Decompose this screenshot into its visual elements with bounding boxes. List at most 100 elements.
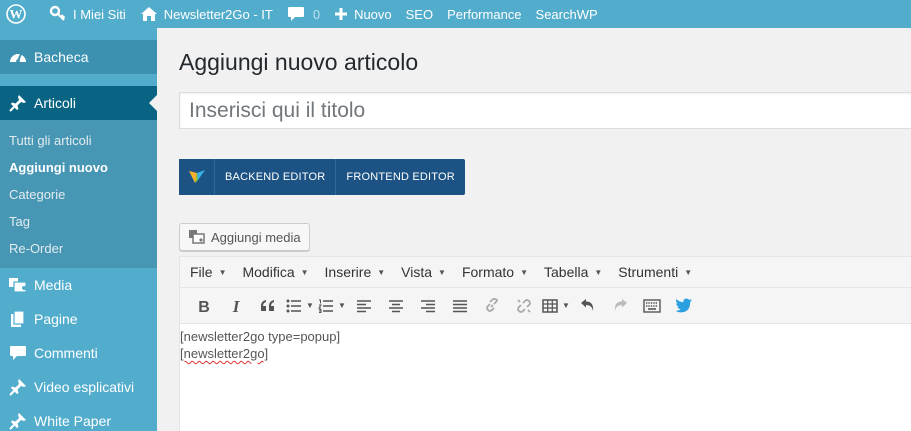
my-sites-label: I Miei Siti — [73, 6, 126, 22]
submenu-reorder[interactable]: Re-Order — [0, 235, 157, 262]
bold-button[interactable]: B — [188, 293, 220, 319]
undo-button[interactable] — [572, 293, 604, 319]
backend-editor-button[interactable]: BACKEND EDITOR — [215, 159, 337, 195]
performance-menu[interactable]: Performance — [440, 0, 528, 28]
insert-link-button[interactable] — [476, 293, 508, 319]
sidebar-item-label: Media — [34, 277, 73, 293]
caret-down-icon: ▼ — [300, 267, 309, 277]
comment-bubble-icon — [287, 7, 304, 21]
frontend-editor-button[interactable]: FRONTEND EDITOR — [336, 159, 465, 195]
align-center-icon — [389, 299, 403, 312]
menu-table[interactable]: Tabella ▼ — [536, 264, 610, 280]
redo-button[interactable] — [604, 293, 636, 319]
seo-menu[interactable]: SEO — [399, 0, 440, 28]
redo-icon — [614, 298, 627, 311]
tinymce-editor: File ▼ Modifica ▼ Inserire ▼ Vista ▼ Formato… — [179, 256, 911, 431]
sidebar-item-label: Articoli — [34, 95, 77, 111]
editor-toolbar: B I ▼ ▼ ▼ — [180, 288, 911, 324]
visual-composer-bar: BACKEND EDITOR FRONTEND EDITOR — [179, 159, 465, 195]
comments-menu[interactable]: 0 — [280, 0, 327, 28]
add-media-button[interactable]: Aggiungi media — [179, 223, 310, 251]
searchwp-menu[interactable]: SearchWP — [529, 0, 605, 28]
menu-label: Modifica — [242, 264, 295, 280]
link-icon — [486, 297, 498, 312]
align-left-button[interactable] — [348, 293, 380, 319]
numbered-list-button[interactable]: ▼ — [316, 293, 348, 319]
menu-label: Strumenti — [618, 264, 679, 280]
key-icon — [49, 5, 66, 21]
svg-text:I: I — [232, 298, 241, 314]
menu-file[interactable]: File ▼ — [182, 264, 234, 280]
svg-text:B: B — [198, 299, 210, 314]
italic-icon: I — [232, 298, 241, 314]
admin-sidebar: Bacheca Articoli Tutti gli articoli Aggi… — [0, 28, 157, 431]
twitter-embed-button[interactable] — [668, 293, 700, 319]
sidebar-item-posts[interactable]: Articoli — [0, 86, 157, 120]
align-justify-icon — [453, 299, 467, 312]
visual-composer-logo-icon — [179, 159, 215, 195]
caret-down-icon: ▼ — [684, 267, 693, 277]
sidebar-item-media[interactable]: Media — [0, 268, 157, 302]
caret-down-icon: ▼ — [218, 267, 227, 277]
new-content-menu[interactable]: Nuovo — [327, 0, 399, 28]
caret-down-icon: ▼ — [438, 267, 446, 277]
wordpress-logo-button[interactable]: W — [0, 0, 42, 28]
sidebar-item-whitepaper[interactable]: White Paper — [0, 404, 157, 431]
sidebar-item-label: Video esplicativi — [34, 379, 135, 395]
seo-label: SEO — [405, 6, 434, 22]
caret-down-icon: ▼ — [562, 301, 570, 310]
sidebar-item-videos[interactable]: Video esplicativi — [0, 370, 157, 404]
menu-label: Vista — [401, 264, 433, 280]
media-icon — [8, 275, 28, 295]
menu-tools[interactable]: Strumenti ▼ — [610, 264, 700, 280]
menu-label: File — [190, 264, 213, 280]
submenu-tags[interactable]: Tag — [0, 208, 157, 235]
undo-icon — [581, 298, 594, 311]
submenu-categories[interactable]: Categorie — [0, 181, 157, 208]
searchwp-label: SearchWP — [535, 6, 598, 22]
sidebar-item-label: Commenti — [34, 345, 98, 361]
sidebar-item-label: Pagine — [34, 311, 78, 327]
bullet-list-button[interactable]: ▼ — [284, 293, 316, 319]
bullet-list-icon — [286, 299, 302, 312]
my-sites-menu[interactable]: I Miei Siti — [42, 0, 133, 28]
sidebar-item-comments[interactable]: Commenti — [0, 336, 157, 370]
add-media-label: Aggiungi media — [211, 229, 301, 245]
submenu-all-posts[interactable]: Tutti gli articoli — [0, 127, 157, 154]
menu-edit[interactable]: Modifica ▼ — [234, 264, 316, 280]
comments-count: 0 — [312, 6, 321, 22]
svg-text:W: W — [10, 7, 23, 22]
menu-insert[interactable]: Inserire ▼ — [317, 264, 394, 280]
align-justify-button[interactable] — [444, 293, 476, 319]
post-title-input[interactable] — [179, 92, 911, 129]
caret-down-icon: ▼ — [306, 301, 314, 310]
insert-table-button[interactable]: ▼ — [540, 293, 572, 319]
pushpin-icon — [8, 93, 28, 113]
toolbar-toggle-button[interactable] — [636, 293, 668, 319]
menu-label: Inserire — [324, 264, 372, 280]
sidebar-item-pages[interactable]: Pagine — [0, 302, 157, 336]
media-icon — [189, 230, 205, 244]
content-line: [newsletter2go] — [180, 346, 269, 361]
menu-label: Formato — [461, 264, 515, 280]
blockquote-button[interactable] — [252, 293, 284, 319]
new-label: Nuovo — [354, 6, 392, 22]
menu-format[interactable]: Formato ▼ — [454, 264, 536, 280]
submenu-add-new[interactable]: Aggiungi nuovo — [0, 154, 157, 181]
admin-bar: W I Miei Siti Newsletter2Go - IT 0 Nuovo… — [0, 0, 911, 28]
align-center-button[interactable] — [380, 293, 412, 319]
editor-menubar: File ▼ Modifica ▼ Inserire ▼ Vista ▼ Formato… — [180, 257, 911, 288]
caret-down-icon: ▼ — [594, 267, 603, 277]
home-icon — [140, 7, 157, 21]
dashboard-gauge-icon — [8, 47, 28, 67]
menu-view[interactable]: Vista ▼ — [393, 264, 454, 280]
italic-button[interactable]: I — [220, 293, 252, 319]
align-right-button[interactable] — [412, 293, 444, 319]
unlink-button[interactable] — [508, 293, 540, 319]
sidebar-item-dashboard[interactable]: Bacheca — [0, 40, 157, 74]
plus-icon — [335, 8, 348, 20]
pages-icon — [8, 309, 28, 329]
editor-content[interactable]: [newsletter2go type=popup] [newsletter2g… — [180, 324, 911, 363]
site-name-menu[interactable]: Newsletter2Go - IT — [133, 0, 280, 28]
menu-label: Tabella — [544, 264, 589, 280]
